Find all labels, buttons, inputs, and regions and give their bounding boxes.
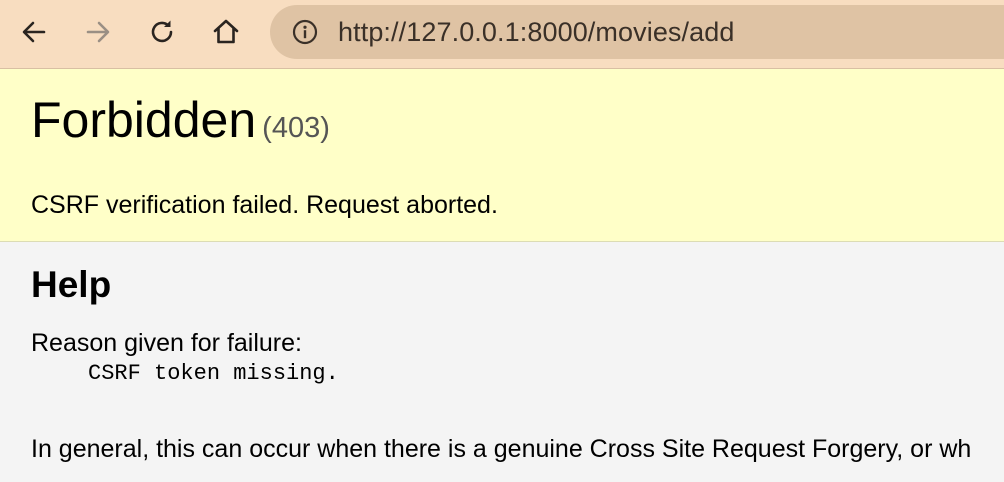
- browser-toolbar: http://127.0.0.1:8000/movies/add: [0, 0, 1004, 69]
- home-icon: [211, 17, 241, 47]
- back-button[interactable]: [16, 14, 52, 50]
- error-message: CSRF verification failed. Request aborte…: [31, 191, 498, 219]
- help-heading: Help: [31, 264, 112, 305]
- reload-button[interactable]: [144, 14, 180, 50]
- help-section: Help Reason given for failure: CSRF toke…: [0, 242, 1004, 482]
- address-bar[interactable]: http://127.0.0.1:8000/movies/add: [270, 5, 1004, 59]
- reason-value: CSRF token missing.: [88, 361, 339, 386]
- home-button[interactable]: [208, 14, 244, 50]
- reload-icon: [147, 17, 177, 47]
- info-icon[interactable]: [292, 19, 318, 45]
- reason-label: Reason given for failure:: [31, 329, 302, 357]
- forward-button[interactable]: [80, 14, 116, 50]
- error-title: Forbidden: [31, 92, 257, 148]
- general-explanation: In general, this can occur when there is…: [31, 435, 972, 463]
- error-summary: Forbidden (403) CSRF verification failed.…: [0, 69, 1004, 242]
- arrow-left-icon: [19, 17, 49, 47]
- page-title: Forbidden (403): [31, 91, 330, 149]
- url-text[interactable]: http://127.0.0.1:8000/movies/add: [338, 17, 734, 48]
- arrow-right-icon: [83, 17, 113, 47]
- status-code: (403): [262, 112, 330, 144]
